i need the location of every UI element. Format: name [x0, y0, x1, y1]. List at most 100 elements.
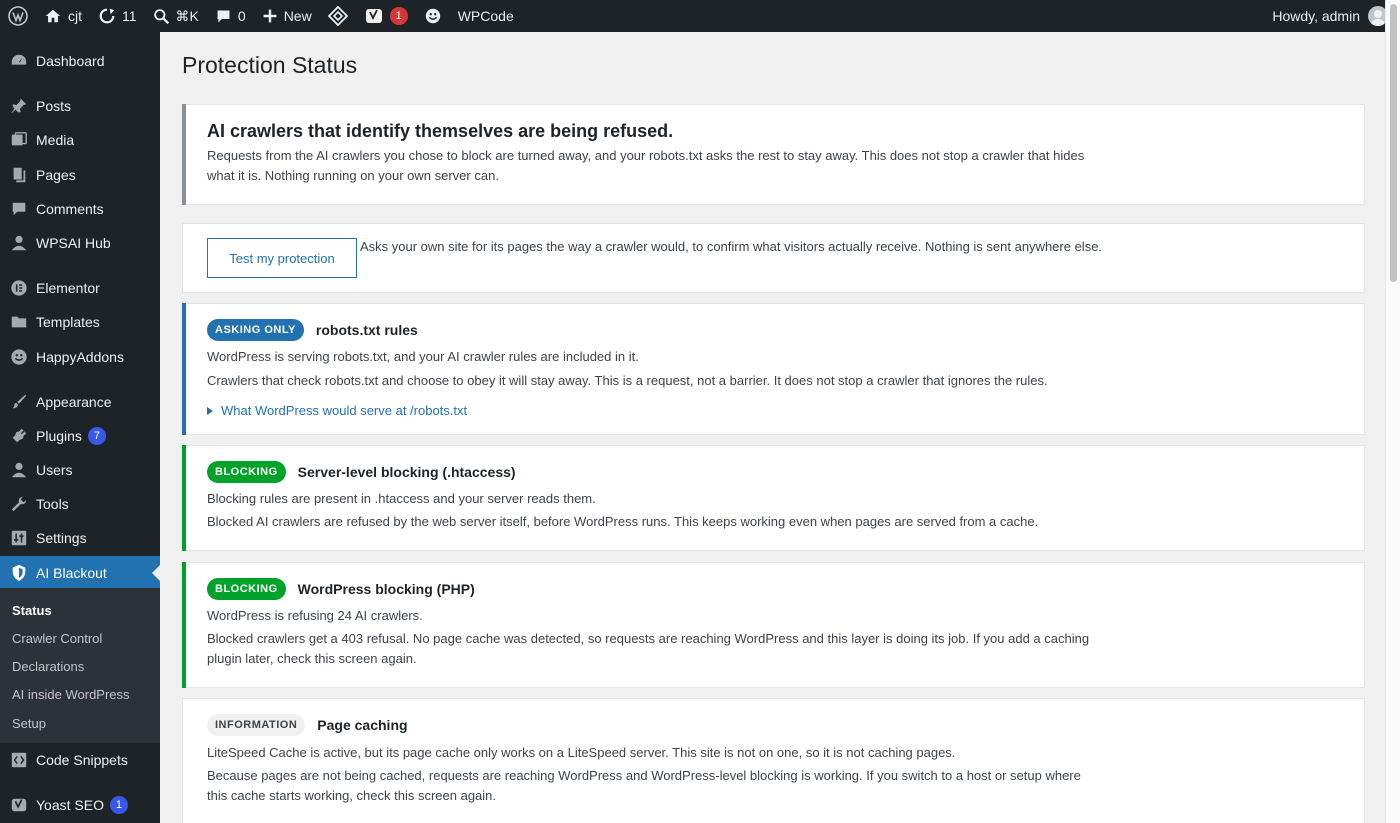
submenu-item-ai-inside-wordpress[interactable]: AI inside WordPress	[12, 687, 130, 702]
layer-title: robots.txt rules	[315, 322, 418, 338]
details-summary-label: What WordPress would serve at /robots.tx…	[221, 403, 468, 418]
submenu-item-setup[interactable]: Setup	[12, 716, 46, 731]
submenu-item-status[interactable]: Status	[12, 603, 52, 618]
submenu-item-crawler-control[interactable]: Crawler Control	[12, 631, 102, 646]
comment-icon	[215, 8, 232, 25]
robots-details-toggle[interactable]: What WordPress would serve at /robots.tx…	[207, 403, 467, 418]
site-name-link[interactable]: cjt	[36, 0, 90, 32]
search-link[interactable]: ⌘K	[145, 0, 207, 32]
sidebar-item-code-snippets[interactable]: Code Snippets	[0, 743, 160, 777]
comments-link[interactable]: 0	[207, 0, 254, 32]
layer-status-bar	[182, 303, 186, 435]
summary-text: Requests from the AI crawlers you chose …	[207, 148, 1085, 183]
sidebar-item-users[interactable]: Users	[0, 453, 160, 487]
sidebar-item-appearance[interactable]: Appearance	[0, 385, 160, 419]
sidebar-item-label: Pages	[36, 167, 76, 183]
sidebar-item-templates[interactable]: Templates	[0, 305, 160, 339]
sidebar-item-wpsai-hub[interactable]: WPSAI Hub	[0, 226, 160, 260]
sidebar-item-label: WPSAI Hub	[36, 235, 111, 251]
layer-explanation: Crawlers that check robots.txt and choos…	[207, 373, 1048, 388]
layer-explanation: Blocked AI crawlers are refused by the w…	[207, 514, 1039, 529]
layer-status-text: Blocking rules are present in .htaccess …	[207, 491, 596, 506]
sidebar-item-pages[interactable]: Pages	[0, 158, 160, 192]
sidebar-item-label: Users	[36, 462, 73, 478]
sidebar-item-media[interactable]: Media	[0, 123, 160, 157]
shield-icon	[10, 564, 28, 582]
layer-title: Page caching	[317, 717, 408, 733]
diamond-menu-link[interactable]	[320, 0, 356, 32]
site-name: cjt	[68, 8, 82, 24]
sidebar-item-tools[interactable]: Tools	[0, 487, 160, 521]
status-badge: BLOCKING	[207, 461, 286, 483]
sidebar-item-label: Elementor	[36, 280, 100, 296]
sidebar-item-label: Yoast SEO	[36, 797, 104, 813]
disclosure-triangle-icon	[207, 406, 213, 415]
new-label: New	[283, 8, 312, 24]
layer-status-text: LiteSpeed Cache is active, but its page …	[207, 745, 956, 760]
pages-icon	[10, 166, 28, 184]
new-content-link[interactable]: New	[254, 0, 320, 32]
comment-icon	[10, 200, 28, 218]
diamond-icon	[327, 6, 348, 26]
folder-icon	[10, 313, 28, 331]
yoast-icon	[364, 6, 384, 26]
yoast-icon	[10, 796, 28, 814]
admin-sidebar: Dashboard Posts Media Pages Comments WPS…	[0, 32, 160, 823]
search-shortcut: ⌘K	[175, 7, 199, 24]
wordpress-logo-icon[interactable]	[0, 0, 36, 32]
layer-explanation: Blocked crawlers get a 403 refusal. No p…	[207, 631, 1090, 666]
summary-status-bar	[182, 104, 186, 205]
sidebar-item-label: AI Blackout	[36, 565, 107, 581]
layer-status-bar	[182, 445, 186, 551]
wrench-icon	[10, 495, 28, 513]
happy-menu-link[interactable]	[416, 0, 450, 32]
sidebar-item-label: Templates	[36, 314, 100, 330]
plugins-update-count: 7	[87, 427, 106, 445]
layer-status-text: WordPress is serving robots.txt, and you…	[207, 349, 639, 364]
sidebar-item-plugins[interactable]: Plugins 7	[0, 419, 160, 453]
sidebar-item-label: HappyAddons	[36, 349, 124, 365]
plugin-icon	[10, 427, 28, 445]
sidebar-item-ai-blackout[interactable]: AI Blackout	[0, 556, 160, 590]
sidebar-item-dashboard[interactable]: Dashboard	[0, 44, 160, 78]
layer-card-robots: ASKING ONLY robots.txt rules WordPress i…	[182, 303, 1365, 435]
scrollbar-thumb[interactable]	[1390, 4, 1397, 282]
sidebar-item-settings[interactable]: Settings	[0, 521, 160, 555]
status-badge: INFORMATION	[207, 714, 306, 736]
user-icon	[10, 461, 28, 479]
account-menu[interactable]: Howdy, admin	[1264, 0, 1400, 32]
layer-card-page-caching: INFORMATION Page caching LiteSpeed Cache…	[182, 698, 1365, 823]
sidebar-item-label: Comments	[36, 201, 104, 217]
updates-count: 11	[122, 8, 137, 24]
sidebar-item-happyaddons[interactable]: HappyAddons	[0, 340, 160, 374]
sliders-icon	[10, 529, 28, 547]
sidebar-item-elementor[interactable]: Elementor	[0, 271, 160, 305]
sidebar-item-comments[interactable]: Comments	[0, 192, 160, 226]
sidebar-item-posts[interactable]: Posts	[0, 89, 160, 123]
layer-header: BLOCKING Server-level blocking (.htacces…	[207, 461, 516, 483]
plus-icon	[262, 8, 278, 24]
sidebar-item-label: Dashboard	[36, 53, 105, 69]
sidebar-item-label: Posts	[36, 98, 72, 114]
updates-icon	[98, 7, 116, 25]
layer-status-bar	[182, 562, 186, 688]
page-scrollbar[interactable]	[1385, 0, 1400, 823]
code-icon	[10, 751, 28, 769]
elementor-icon	[10, 279, 28, 297]
layer-title: Server-level blocking (.htaccess)	[297, 464, 516, 480]
summary-card: AI crawlers that identify themselves are…	[182, 104, 1365, 205]
pin-icon	[10, 97, 28, 115]
yoast-menu-link[interactable]: 1	[356, 0, 416, 32]
admin-bar: cjt 11 ⌘K 0 New 1 WPCode Howdy, admin	[0, 0, 1400, 32]
page-title: Protection Status	[182, 52, 358, 78]
test-protection-button[interactable]: Test my protection	[207, 238, 357, 278]
test-card: Test my protection Asks your own site fo…	[182, 223, 1365, 293]
submenu-item-declarations[interactable]: Declarations	[12, 659, 84, 674]
yoast-notification-badge: 1	[389, 7, 408, 25]
sidebar-item-yoast-seo[interactable]: Yoast SEO 1	[0, 788, 160, 822]
howdy-text: Howdy, admin	[1272, 8, 1360, 24]
test-description: Asks your own site for its pages the way…	[360, 239, 1103, 254]
wpcode-link[interactable]: WPCode	[450, 0, 522, 32]
sidebar-item-label: Plugins	[36, 428, 82, 444]
updates-link[interactable]: 11	[90, 0, 145, 32]
